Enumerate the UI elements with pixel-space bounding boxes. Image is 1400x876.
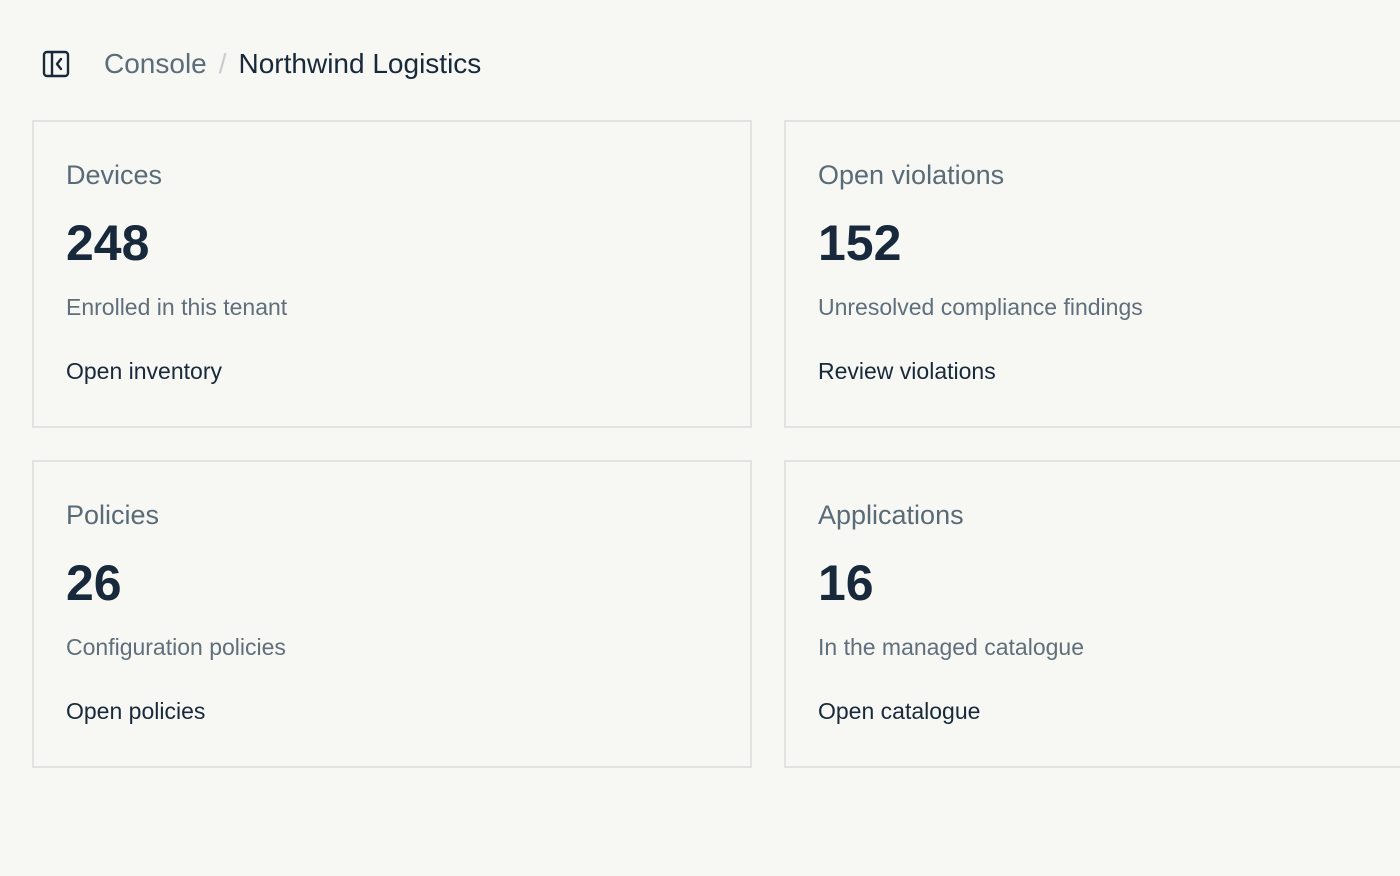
applications-card: Applications 16 In the managed catalogue…	[784, 460, 1400, 768]
card-value: 26	[66, 555, 122, 611]
breadcrumb: Console / Northwind Logistics	[104, 46, 481, 82]
sidebar-collapse-icon	[42, 50, 70, 78]
card-title: Policies	[66, 500, 160, 530]
open-policies-link[interactable]: Open policies	[66, 696, 205, 726]
policies-card: Policies 26 Configuration policies Open …	[32, 460, 752, 768]
card-title: Open violations	[818, 160, 1005, 190]
card-title: Devices	[66, 160, 163, 190]
breadcrumb-console-link[interactable]: Console	[104, 46, 207, 82]
breadcrumb-current: Northwind Logistics	[238, 48, 482, 79]
devices-card: Devices 248 Enrolled in this tenant Open…	[32, 120, 752, 428]
sidebar-toggle-button[interactable]	[40, 48, 72, 80]
review-violations-link[interactable]: Review violations	[818, 356, 996, 386]
card-description: Unresolved compliance findings	[818, 294, 1143, 320]
open-inventory-link[interactable]: Open inventory	[66, 356, 222, 386]
breadcrumb-separator: /	[218, 48, 227, 79]
open-violations-card: Open violations 152 Unresolved complianc…	[784, 120, 1400, 428]
card-value: 16	[818, 555, 874, 611]
open-catalogue-link[interactable]: Open catalogue	[818, 696, 980, 726]
card-description: In the managed catalogue	[818, 634, 1084, 660]
card-value: 248	[66, 215, 150, 271]
page-header: Console / Northwind Logistics	[40, 46, 481, 82]
card-description: Enrolled in this tenant	[66, 294, 288, 320]
card-value: 152	[818, 215, 902, 271]
card-description: Configuration policies	[66, 634, 286, 660]
card-title: Applications	[818, 500, 964, 530]
